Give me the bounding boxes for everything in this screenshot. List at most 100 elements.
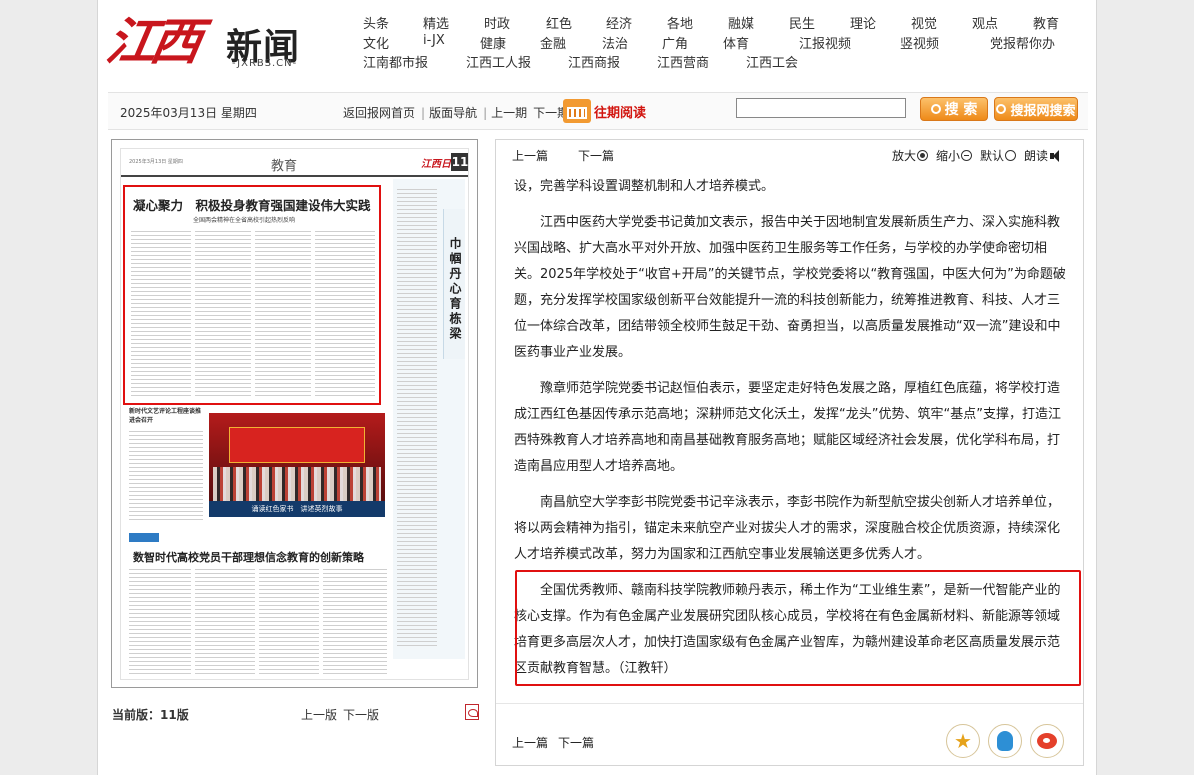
prev-article-link[interactable]: 上一篇: [512, 149, 548, 163]
paper-side-text: [397, 189, 437, 649]
zoom-in-option[interactable]: 放大: [892, 147, 929, 164]
article-footer: 上一篇 下一篇 ★: [496, 703, 1083, 765]
zoom-out-option[interactable]: 缩小: [936, 147, 973, 164]
paper-small-headline[interactable]: 新时代文艺评论工程座谈推进会召开: [129, 407, 201, 425]
next-article-link[interactable]: 下一篇: [558, 736, 594, 750]
prev-article-link[interactable]: 上一篇: [512, 736, 548, 750]
prev-issue-link[interactable]: 上一期: [491, 106, 527, 120]
radio-minus-icon: [961, 150, 973, 161]
column-gap: [255, 569, 259, 677]
nav-item[interactable]: 金融: [540, 33, 566, 52]
newspaper-page-image[interactable]: 2025年3月13日 星期四 教育 江西日报 11 凝心聚力 积极投身教育强国建…: [120, 148, 469, 680]
paper-text-block: [129, 431, 203, 521]
page-nav: 上一版 下一版: [301, 706, 385, 723]
column-gap: [191, 569, 195, 677]
read-aloud-label: 朗读: [1024, 149, 1049, 163]
read-aloud-button[interactable]: 朗读: [1024, 147, 1064, 164]
nav-item[interactable]: 健康: [480, 33, 506, 52]
nav-item[interactable]: 广角: [662, 33, 688, 52]
default-size-option[interactable]: 默认: [980, 147, 1017, 164]
nav-item[interactable]: 江报视频: [799, 33, 851, 52]
weibo-icon: [1037, 733, 1057, 749]
current-page-indicator: 当前版：11版: [112, 706, 189, 723]
search-icon: [996, 104, 1007, 114]
paragraph-highlight-box: [515, 570, 1081, 686]
separator: |: [483, 106, 488, 120]
zoom-in-label: 放大: [892, 149, 917, 163]
nav-item[interactable]: 经济: [606, 13, 632, 32]
pdf-download-icon[interactable]: [465, 704, 479, 720]
nav-item[interactable]: 精选: [423, 13, 449, 32]
paper-section: 教育: [271, 159, 298, 174]
past-reading-button[interactable]: 往期阅读: [563, 98, 646, 124]
article-paragraph: 设，完善学科设置调整机制和人才培养模式。: [514, 179, 775, 194]
nav-item[interactable]: 红色: [546, 13, 572, 32]
paper-header: 2025年3月13日 星期四 教育 江西日报 11: [121, 149, 469, 177]
nav-item[interactable]: 教育: [1033, 13, 1059, 32]
photo-people: [213, 467, 381, 501]
nav-item[interactable]: 观点: [972, 13, 998, 32]
paper-date: 2025年3月13日 星期四: [129, 159, 183, 165]
nav-item[interactable]: 视觉: [911, 13, 937, 32]
zoom-out-label: 缩小: [936, 149, 961, 163]
nav-item[interactable]: 融媒: [728, 13, 754, 32]
next-article-link[interactable]: 下一篇: [578, 149, 614, 163]
paper-bottom-headline[interactable]: 数智时代高校党员干部理想信念教育的创新策略: [133, 549, 364, 565]
nav-item[interactable]: 民生: [789, 13, 815, 32]
photo-caption: 诵读红色家书 讲述英烈故事: [209, 501, 385, 517]
article-nav-bottom: 上一篇 下一篇: [512, 734, 604, 751]
toolbar-links: 返回报网首页 | 版面导航 | 上一期 下一期: [343, 104, 575, 121]
site-search-button[interactable]: 搜报网搜索: [994, 97, 1078, 121]
search-input[interactable]: [736, 98, 906, 118]
next-page-link[interactable]: 下一版: [343, 708, 379, 722]
nav-item[interactable]: 江西工会: [746, 52, 798, 71]
paper-side-title[interactable]: 巾帼丹心育栋梁: [446, 237, 464, 342]
favorite-button[interactable]: ★: [946, 724, 980, 758]
nav-item[interactable]: 江西商报: [568, 52, 620, 71]
prev-page-link[interactable]: 上一版: [301, 708, 337, 722]
article-highlight-box[interactable]: [123, 185, 381, 405]
nav-item[interactable]: 党报帮你办: [990, 33, 1055, 52]
nav-item[interactable]: 各地: [667, 13, 693, 32]
past-reading-label: 往期阅读: [594, 105, 647, 121]
news-photo[interactable]: [209, 413, 385, 501]
toolbar: 2025年03月13日 星期四 返回报网首页 | 版面导航 | 上一期 下一期 往期阅读 …: [108, 92, 1088, 130]
favorite-icon: ★: [954, 729, 972, 753]
search-button[interactable]: 搜 索: [920, 97, 988, 121]
nav-item[interactable]: 法治: [602, 33, 628, 52]
layout-nav-link[interactable]: 版面导航: [429, 106, 477, 120]
paper-page-number: 11: [451, 153, 469, 171]
qq-share-button[interactable]: [988, 724, 1022, 758]
nav-item[interactable]: i-JX: [423, 33, 445, 48]
nav-item[interactable]: 江西工人报: [466, 52, 531, 71]
nav-item[interactable]: 体育: [723, 33, 749, 52]
article-toolbar: 上一篇 下一篇 放大 缩小 默认 朗读: [496, 140, 1083, 168]
column-gap: [319, 569, 323, 677]
nav-item[interactable]: 江西营商: [657, 52, 709, 71]
home-link[interactable]: 返回报网首页: [343, 106, 415, 120]
speaker-icon: [1050, 149, 1064, 162]
site-logo[interactable]: 江西 新闻 -JXRBS.CN-: [102, 2, 308, 74]
weibo-share-button[interactable]: [1030, 724, 1064, 758]
search-icon: [930, 104, 941, 114]
article-paragraph: 豫章师范学院党委书记赵恒伯表示，要坚定走好特色发展之路，厚植红色底蕴，将学校打造…: [514, 381, 1061, 474]
nav-item[interactable]: 竖视频: [900, 33, 939, 52]
current-page-label: 当前版：: [112, 708, 161, 722]
qq-icon: [997, 731, 1013, 751]
nav-item[interactable]: 江南都市报: [363, 52, 428, 71]
article-panel: 上一篇 下一篇 放大 缩小 默认 朗读 设，完善学科设置调整机制和人才培养模式。 …: [495, 139, 1084, 766]
newspaper-page-frame: 2025年3月13日 星期四 教育 江西日报 11 凝心聚力 积极投身教育强国建…: [111, 139, 478, 688]
nav-item[interactable]: 头条: [363, 13, 389, 32]
nav-item[interactable]: 文化: [363, 33, 389, 52]
nav-item[interactable]: 理论: [850, 13, 876, 32]
logo-url: -JXRBS.CN-: [232, 58, 298, 69]
radio-icon: [1005, 150, 1017, 161]
article-nav-top: 上一篇 下一篇: [512, 147, 644, 164]
nav-item[interactable]: 时政: [484, 13, 510, 32]
page: 江西 新闻 -JXRBS.CN- 头条 精选 时政 红色 经济 各地 融媒 民生…: [97, 0, 1097, 775]
paper-tag: [129, 533, 159, 542]
search-button-label: 搜 索: [944, 102, 978, 118]
article-paragraph: 南昌航空大学李彭书院党委书记辛泳表示，李彭书院作为新型航空拔尖创新人才培养单位，…: [514, 495, 1061, 562]
radio-selected-icon: [917, 150, 929, 161]
site-search-label: 搜报网搜索: [1010, 103, 1076, 119]
